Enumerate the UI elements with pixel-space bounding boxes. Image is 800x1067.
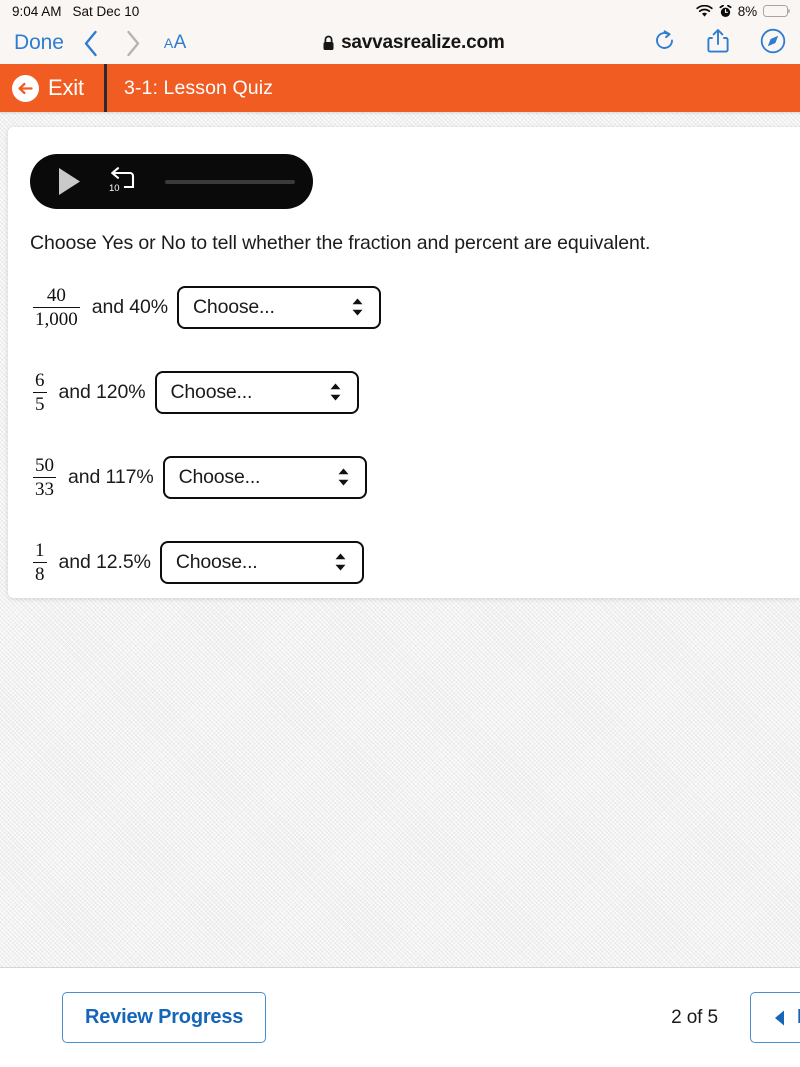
answer-row: 1 8 and 12.5% Choose... [30, 531, 800, 593]
answer-rows: 40 1,000 and 40% Choose... 6 5 and 120% … [30, 276, 800, 593]
chevron-updown-icon [329, 382, 345, 402]
fraction-denominator: 33 [33, 476, 56, 500]
url-text: savvasrealize.com [341, 32, 505, 53]
status-time: 9:04 AM [12, 3, 62, 19]
alarm-clock-icon [719, 4, 732, 17]
wifi-icon [696, 4, 713, 17]
answer-select-value: Choose... [170, 380, 253, 403]
row-percent-text: and 12.5% [58, 550, 151, 573]
fraction-numerator: 50 [35, 454, 54, 476]
question-card-inner: 10 Choose Yes or No to tell whether the … [8, 127, 800, 593]
audio-player[interactable]: 10 [30, 154, 313, 209]
row-percent-text: and 120% [58, 380, 146, 403]
answer-select[interactable]: Choose... [159, 540, 364, 584]
forward-button[interactable] [112, 30, 154, 57]
text-size-button[interactable]: A A [164, 32, 187, 54]
chevron-updown-icon [351, 297, 367, 317]
answer-select-value: Choose... [178, 465, 261, 488]
rewind-10-button[interactable]: 10 [107, 167, 137, 198]
fraction: 40 1,000 [30, 285, 83, 331]
ios-status-bar: 9:04 AM Sat Dec 10 8% [0, 0, 800, 22]
chevron-right-icon [127, 30, 140, 56]
safari-button[interactable] [760, 28, 786, 59]
triangle-left-icon [775, 1010, 784, 1025]
share-button[interactable] [707, 28, 729, 59]
fraction-denominator: 5 [33, 391, 47, 415]
answer-select-value: Choose... [193, 295, 275, 318]
rewind-seconds-label: 10 [109, 183, 120, 194]
answer-row: 6 5 and 120% Choose... [30, 361, 800, 423]
fraction-numerator: 6 [35, 369, 45, 391]
answer-select[interactable]: Choose... [162, 455, 367, 499]
toolbar-icons [640, 28, 786, 59]
row-percent-text: and 40% [91, 295, 169, 318]
quiz-title: 3-1: Lesson Quiz [124, 76, 274, 99]
reload-icon [656, 29, 673, 49]
chevron-left-icon [84, 30, 97, 56]
question-prompt: Choose Yes or No to tell whether the fra… [30, 232, 651, 254]
exit-label: Exit [48, 75, 84, 100]
status-bar-left: 9:04 AM Sat Dec 10 [12, 4, 139, 19]
fraction: 1 8 [30, 540, 50, 586]
done-button[interactable]: Done [14, 31, 70, 55]
audio-progress-track[interactable] [165, 179, 295, 184]
fraction-denominator: 1,000 [33, 306, 80, 330]
back-question-button[interactable]: B [750, 992, 800, 1043]
play-icon [59, 168, 80, 195]
fraction-numerator: 40 [46, 284, 66, 306]
reload-button[interactable] [654, 29, 676, 58]
exit-button[interactable]: Exit [0, 74, 104, 102]
answer-row: 50 33 and 117% Choose... [30, 446, 800, 508]
arrow-left-circle-icon [12, 74, 39, 102]
fraction: 50 33 [30, 455, 59, 501]
row-percent-text: and 117% [68, 465, 154, 488]
play-button[interactable] [56, 166, 83, 197]
chevron-updown-glyph [330, 383, 341, 401]
answer-row: 40 1,000 and 40% Choose... [30, 276, 800, 338]
chevron-updown-icon [334, 552, 350, 572]
answer-select[interactable]: Choose... [177, 285, 382, 329]
quiz-footer: Review Progress 2 of 5 B [0, 967, 800, 1067]
status-bar-right: 8% [696, 3, 791, 19]
battery-percentage: 8% [737, 3, 757, 19]
back-button[interactable] [70, 30, 112, 57]
header-shadow [0, 112, 800, 115]
ipad-safari-screen: 9:04 AM Sat Dec 10 8% Done A A savvasrea… [0, 0, 800, 1067]
page-indicator: 2 of 5 [671, 1006, 718, 1028]
text-size-large-a: A [173, 32, 187, 53]
chevron-updown-glyph [338, 468, 349, 486]
address-bar[interactable]: savvasrealize.com [187, 32, 640, 54]
chevron-updown-glyph [335, 553, 346, 571]
safari-compass-icon [760, 28, 786, 53]
arrow-left-glyph [18, 82, 33, 94]
battery-icon [763, 5, 791, 17]
share-icon [707, 28, 729, 53]
chevron-updown-glyph [352, 298, 363, 316]
lock-icon [323, 35, 334, 50]
status-date: Sat Dec 10 [72, 3, 140, 19]
question-card: 10 Choose Yes or No to tell whether the … [8, 127, 800, 598]
safari-toolbar: Done A A savvasrealize.com [0, 22, 800, 64]
answer-select[interactable]: Choose... [154, 370, 359, 414]
chevron-updown-icon [337, 467, 353, 487]
rewind-10-icon: 10 [109, 167, 135, 194]
fraction: 6 5 [30, 370, 50, 416]
fraction-denominator: 8 [33, 561, 47, 585]
text-size-small-a: A [163, 35, 174, 51]
quiz-app-header: Exit 3-1: Lesson Quiz [0, 64, 800, 112]
answer-select-value: Choose... [175, 550, 258, 573]
fraction-numerator: 1 [35, 539, 45, 561]
review-progress-button[interactable]: Review Progress [62, 992, 267, 1043]
